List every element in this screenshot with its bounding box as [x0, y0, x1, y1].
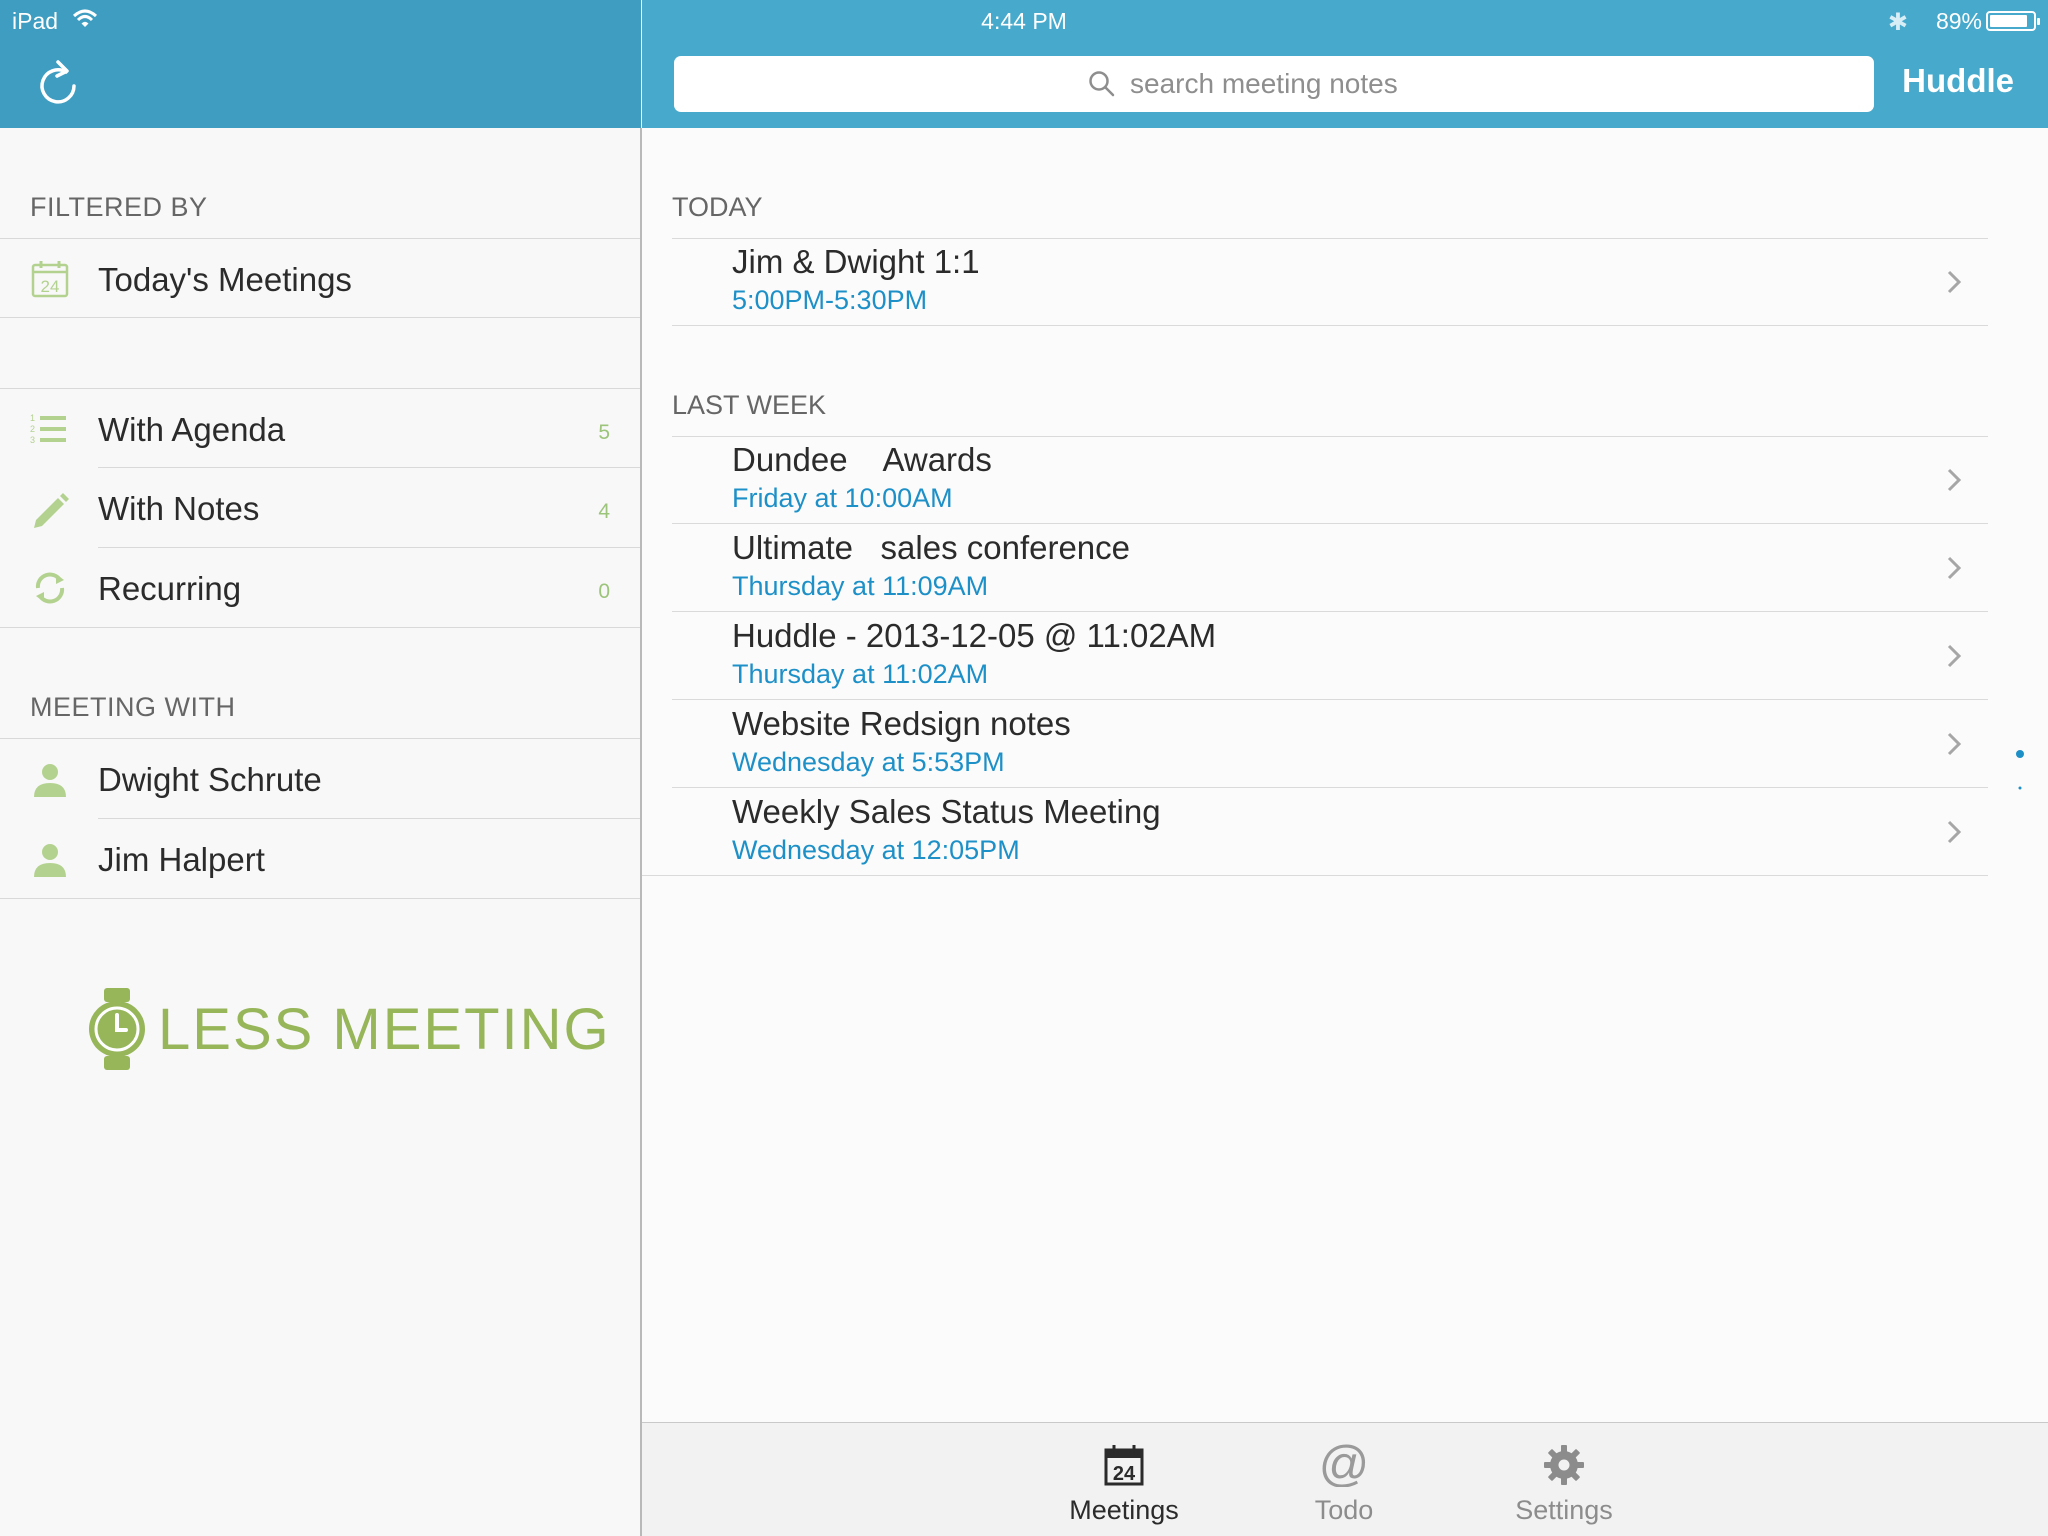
meeting-row[interactable]: Ultimate sales conference Thursday at 11… — [642, 525, 1988, 613]
recurring-icon — [35, 572, 65, 604]
divider-line — [0, 898, 640, 899]
tab-label: Settings — [1515, 1495, 1613, 1525]
meeting-row[interactable]: Weekly Sales Status Meeting Wednesday at… — [642, 789, 1988, 877]
brand-logo-text: LESS MEETING — [158, 997, 611, 1062]
person-name: Dwight Schrute — [98, 761, 322, 798]
meeting-row[interactable]: Jim & Dwight 1:1 5:00PM-5:30PM — [642, 239, 1988, 327]
meeting-list: TODAY Jim & Dwight 1:1 5:00PM-5:30PM LAS… — [642, 128, 1988, 1422]
tab-todo[interactable]: @ Todo — [1264, 1423, 1424, 1536]
filtered-by-title: FILTERED BY — [30, 192, 208, 222]
meeting-with-title: MEETING WITH — [30, 692, 236, 722]
divider-line — [672, 611, 1988, 612]
status-time: 4:44 PM — [981, 8, 1067, 34]
watch-logo-icon — [89, 988, 145, 1070]
tab-settings[interactable]: Settings — [1484, 1423, 1644, 1536]
battery-icon — [1986, 11, 2040, 31]
divider-line — [672, 699, 1988, 700]
calendar-day: 24 — [1113, 1463, 1136, 1485]
sidebar-item-label: Today's Meetings — [98, 261, 352, 298]
pencil-icon — [34, 493, 69, 528]
count-badge: 4 — [598, 500, 610, 523]
refresh-icon[interactable] — [36, 60, 80, 106]
tab-label: Meetings — [1069, 1495, 1179, 1525]
chevron-right-icon — [1947, 644, 1962, 668]
divider-line — [672, 787, 1988, 788]
svg-text:2: 2 — [30, 424, 35, 434]
person-name: Jim Halpert — [98, 841, 265, 878]
sidebar-item-recurring[interactable]: Recurring 0 — [0, 548, 640, 628]
meeting-time: Thursday at 11:02AM — [732, 659, 989, 689]
scroll-indicator — [2016, 750, 2024, 790]
sidebar-item-label: Recurring — [98, 570, 242, 607]
search-input[interactable] — [1130, 68, 1460, 100]
meeting-title: Jim & Dwight 1:1 — [732, 243, 980, 280]
section-title-today: TODAY — [672, 192, 763, 222]
svg-text:@: @ — [1322, 1443, 1366, 1487]
meeting-time: Wednesday at 12:05PM — [732, 835, 1020, 865]
count-badge: 5 — [598, 421, 610, 444]
chevron-right-icon — [1947, 820, 1962, 844]
divider-line — [672, 523, 1988, 524]
battery-fill — [1990, 15, 2027, 27]
tab-bar: 24 Meetings @ Todo Settings — [642, 1422, 2048, 1536]
sidebar-item-label: With Agenda — [98, 411, 286, 448]
meeting-title: Website Redsign notes — [732, 705, 1071, 742]
meeting-title: Weekly Sales Status Meeting — [732, 793, 1161, 830]
sidebar-item-label: With Notes — [98, 490, 260, 527]
meeting-time: Wednesday at 5:53PM — [732, 747, 1005, 777]
calendar-icon: 24 — [1104, 1445, 1144, 1486]
divider-line — [642, 875, 1988, 876]
status-battery-text: 89% — [1935, 8, 1982, 34]
sidebar-item-todays-meetings[interactable]: 24 Today's Meetings — [0, 239, 640, 319]
meeting-time: 5:00PM-5:30PM — [732, 285, 928, 315]
chevron-right-icon — [1947, 468, 1962, 492]
sidebar-person-dwight-schrute[interactable]: Dwight Schrute — [0, 739, 640, 819]
sidebar-person-jim-halpert[interactable]: Jim Halpert — [0, 819, 640, 899]
calendar-icon: 24 — [31, 261, 69, 298]
calendar-day: 24 — [41, 277, 60, 296]
divider-line — [0, 627, 640, 628]
meeting-row[interactable]: Dundee Awards Friday at 10:00AM — [642, 437, 1988, 525]
list-icon: 1 2 3 — [30, 413, 66, 445]
divider-line — [672, 325, 1988, 326]
gear-icon — [1544, 1445, 1584, 1485]
tab-label: Todo — [1314, 1495, 1374, 1525]
sidebar-item-with-notes[interactable]: With Notes 4 — [0, 468, 640, 548]
meeting-row[interactable]: Website Redsign notes Wednesday at 5:53P… — [642, 701, 1988, 789]
search-bar[interactable] — [674, 56, 1874, 112]
meeting-title: Huddle - 2013-12-05 @ 11:02AM — [732, 617, 1217, 654]
section-title-last-week: LAST WEEK — [672, 390, 827, 420]
sidebar: FILTERED BY 24 Today's Meetings 1 2 3 Wi… — [0, 128, 640, 1536]
sidebar-item-with-agenda[interactable]: 1 2 3 With Agenda 5 — [0, 389, 640, 469]
divider-line — [0, 317, 640, 318]
meeting-row[interactable]: Huddle - 2013-12-05 @ 11:02AM Thursday a… — [642, 613, 1988, 701]
huddle-button[interactable]: Huddle — [1902, 62, 2014, 100]
svg-text:3: 3 — [30, 435, 35, 445]
tab-meetings[interactable]: 24 Meetings — [1044, 1423, 1204, 1536]
chevron-right-icon — [1947, 732, 1962, 756]
meeting-title: Ultimate sales conference — [732, 529, 1131, 566]
person-icon — [34, 844, 66, 877]
person-icon — [34, 764, 66, 797]
meeting-title: Dundee Awards — [732, 441, 992, 478]
bluetooth-icon: ✱ — [1887, 9, 1908, 36]
svg-text:1: 1 — [30, 413, 35, 423]
count-badge: 0 — [598, 580, 610, 603]
meeting-time: Friday at 10:00AM — [732, 483, 953, 513]
meeting-time: Thursday at 11:09AM — [732, 571, 989, 601]
chevron-right-icon — [1947, 270, 1962, 294]
search-icon — [1089, 71, 1115, 97]
chevron-right-icon — [1947, 556, 1962, 580]
at-icon: @ — [1322, 1443, 1366, 1487]
